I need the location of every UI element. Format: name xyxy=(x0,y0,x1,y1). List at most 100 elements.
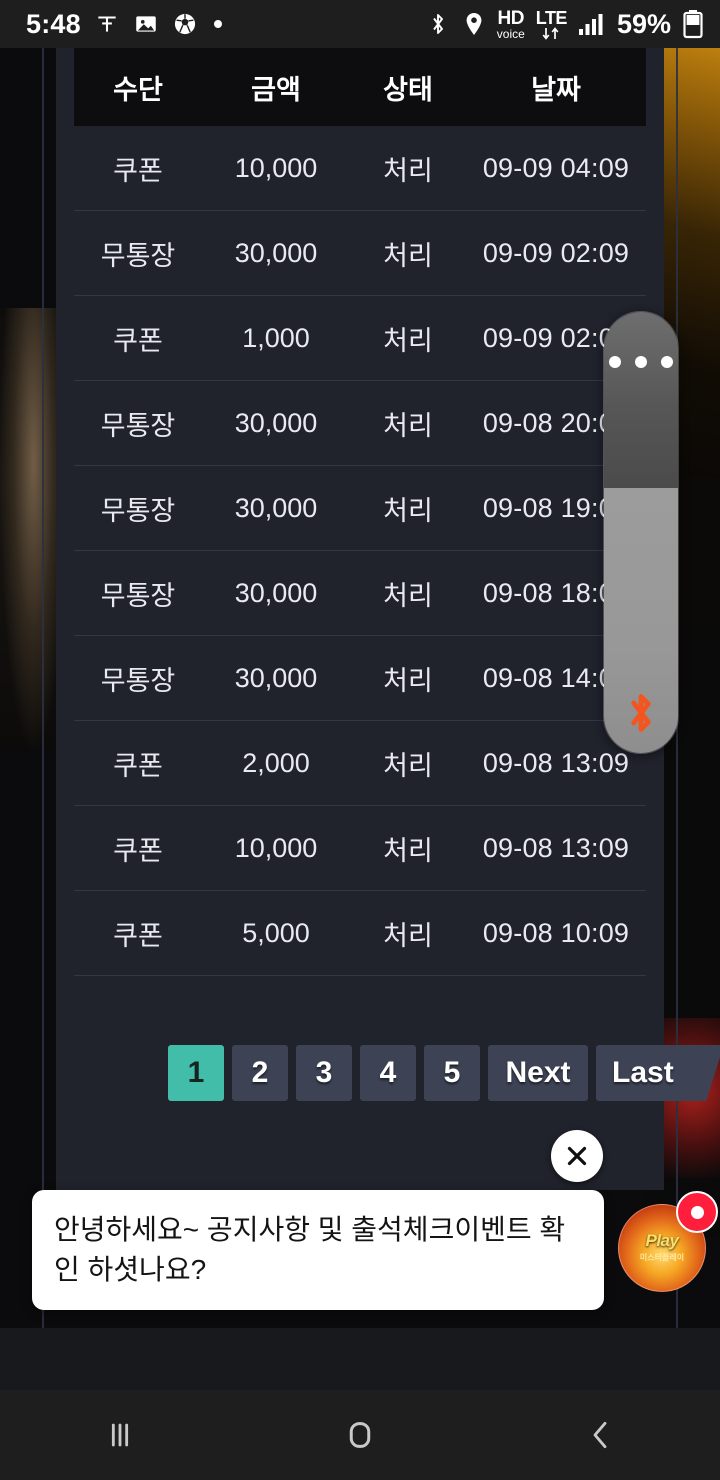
cell-amount: 30,000 xyxy=(234,492,318,523)
page-button-5[interactable]: 5 xyxy=(424,1045,480,1101)
recents-icon xyxy=(111,1423,129,1447)
cell-status: 처리 xyxy=(383,155,433,186)
android-navigation-bar xyxy=(0,1390,720,1480)
page-bottom-fill xyxy=(0,1328,720,1390)
transaction-panel: 수단 금액 상태 날짜 쿠폰 10,000 처리 09-09 04:09 무통장… xyxy=(56,48,720,1190)
transaction-table: 수단 금액 상태 날짜 쿠폰 10,000 처리 09-09 04:09 무통장… xyxy=(74,48,646,976)
cell-amount: 30,000 xyxy=(234,577,318,608)
cell-date: 09-08 13:09 xyxy=(482,832,630,863)
status-bar-right: HD voice LTE 59% xyxy=(425,9,704,40)
cell-date: 09-09 04:09 xyxy=(482,152,630,183)
hd-voice-icon: HD voice xyxy=(497,9,525,40)
cell-status: 처리 xyxy=(383,665,433,696)
table-row[interactable]: 쿠폰 2,000 처리 09-08 13:09 xyxy=(74,721,646,806)
notification-badge[interactable] xyxy=(676,1191,718,1233)
cell-amount: 2,000 xyxy=(242,747,310,778)
table-row[interactable]: 무통장 30,000 처리 09-08 19:09 xyxy=(74,466,646,551)
cell-method: 쿠폰 xyxy=(113,920,163,951)
column-header-date: 날짜 xyxy=(531,74,581,105)
cell-status: 처리 xyxy=(383,325,433,356)
last-page-button[interactable]: Last xyxy=(596,1045,720,1101)
status-bar: 5:48 HD voice LTE 59% xyxy=(0,0,720,48)
frame-divider-left xyxy=(42,48,44,1328)
lte-label: LTE xyxy=(535,7,568,28)
chat-message-text: 안녕하세요~ 공지사항 및 출석체크이벤트 확인 하셧나요? xyxy=(54,1214,566,1285)
three-dots-icon[interactable] xyxy=(604,356,678,368)
image-icon xyxy=(133,11,159,37)
bluetooth-icon xyxy=(425,10,451,38)
page-button-3[interactable]: 3 xyxy=(296,1045,352,1101)
close-chat-button[interactable] xyxy=(551,1130,603,1182)
cell-status: 처리 xyxy=(383,750,433,781)
cell-amount: 10,000 xyxy=(234,832,318,863)
column-header-amount: 금액 xyxy=(251,74,301,105)
cell-date: 09-09 02:09 xyxy=(482,237,630,268)
cell-method: 무통장 xyxy=(100,240,176,271)
table-row[interactable]: 무통장 30,000 처리 09-08 18:09 xyxy=(74,551,646,636)
background-art-left xyxy=(0,308,56,748)
cell-amount: 1,000 xyxy=(242,322,310,353)
table-row[interactable]: 무통장 30,000 처리 09-09 02:09 xyxy=(74,211,646,296)
battery-percent-label: 59% xyxy=(616,8,671,39)
close-icon xyxy=(567,1146,587,1166)
soccer-ball-icon xyxy=(172,11,198,37)
lte-icon: LTE xyxy=(536,9,567,40)
hd-sub-label: voice xyxy=(496,26,525,41)
table-row[interactable]: 무통장 30,000 처리 09-08 20:09 xyxy=(74,381,646,466)
status-bar-clock: 5:48 xyxy=(26,8,81,39)
cell-method: 쿠폰 xyxy=(113,155,163,186)
signal-bars-icon xyxy=(578,11,606,37)
dot-icon xyxy=(211,17,225,31)
cell-status: 처리 xyxy=(383,835,433,866)
home-icon xyxy=(349,1422,371,1448)
text-size-icon xyxy=(94,11,120,37)
mascot-brand-label: Play xyxy=(645,1231,679,1251)
cell-method: 쿠폰 xyxy=(113,750,163,781)
cell-method: 무통장 xyxy=(100,410,176,441)
cell-method: 쿠폰 xyxy=(113,325,163,356)
badge-dot-icon xyxy=(690,1205,704,1219)
floating-assistive-widget[interactable] xyxy=(603,311,679,754)
cell-method: 무통장 xyxy=(100,495,176,526)
battery-icon xyxy=(682,9,704,39)
status-bar-left: 5:48 xyxy=(26,9,225,40)
cell-method: 무통장 xyxy=(100,580,176,611)
cell-status: 처리 xyxy=(383,495,433,526)
location-pin-icon xyxy=(462,10,486,38)
cell-amount: 30,000 xyxy=(234,662,318,693)
table-row[interactable]: 쿠폰 10,000 처리 09-09 04:09 xyxy=(74,126,646,211)
table-row[interactable]: 쿠폰 1,000 처리 09-09 02:09 xyxy=(74,296,646,381)
cell-status: 처리 xyxy=(383,920,433,951)
table-row[interactable]: 쿠폰 10,000 처리 09-08 13:09 xyxy=(74,806,646,891)
cell-amount: 5,000 xyxy=(242,917,310,948)
cell-status: 처리 xyxy=(383,580,433,611)
table-row[interactable]: 쿠폰 5,000 처리 09-08 10:09 xyxy=(74,891,646,976)
pagination: 1 2 3 4 5 Next Last xyxy=(168,1045,720,1101)
back-icon xyxy=(593,1421,607,1449)
home-button[interactable] xyxy=(300,1390,420,1480)
table-row[interactable]: 무통장 30,000 처리 09-08 14:09 xyxy=(74,636,646,721)
page-button-1[interactable]: 1 xyxy=(168,1045,224,1101)
chat-message-bubble[interactable]: 안녕하세요~ 공지사항 및 출석체크이벤트 확인 하셧나요? xyxy=(32,1190,604,1310)
hd-label: HD xyxy=(497,7,525,29)
cell-method: 무통장 xyxy=(100,665,176,696)
page-button-2[interactable]: 2 xyxy=(232,1045,288,1101)
widget-top-section xyxy=(604,312,678,488)
cell-amount: 10,000 xyxy=(234,152,318,183)
recents-button[interactable] xyxy=(60,1390,180,1480)
cell-amount: 30,000 xyxy=(234,237,318,268)
cell-amount: 30,000 xyxy=(234,407,318,438)
cell-method: 쿠폰 xyxy=(113,835,163,866)
cell-status: 처리 xyxy=(383,410,433,441)
back-button[interactable] xyxy=(540,1390,660,1480)
cell-date: 09-08 10:09 xyxy=(482,917,630,948)
mascot-sub-label: 미스터플레이 xyxy=(639,1252,685,1262)
column-header-method: 수단 xyxy=(113,74,163,105)
column-header-status: 상태 xyxy=(383,74,433,105)
next-page-button[interactable]: Next xyxy=(488,1045,588,1101)
bluetooth-icon[interactable] xyxy=(604,687,678,739)
cell-status: 처리 xyxy=(383,240,433,271)
page-button-4[interactable]: 4 xyxy=(360,1045,416,1101)
phone-screen: 5:48 HD voice LTE 59% 수단 금액 상태 날짜 쿠폰 10,… xyxy=(0,0,720,1480)
table-header-row: 수단 금액 상태 날짜 xyxy=(74,48,646,126)
